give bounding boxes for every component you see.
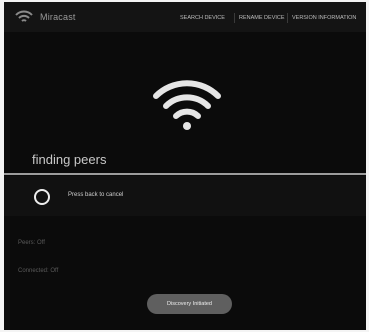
cancel-hint: Press back to cancel (68, 192, 124, 198)
wifi-icon (153, 80, 221, 130)
version-information-button[interactable]: VERSION INFORMATION (292, 15, 356, 21)
search-device-button[interactable]: SEARCH DEVICE (180, 15, 225, 21)
menu-divider (234, 13, 235, 23)
menu-divider (287, 13, 288, 23)
connection-status: Connected: Off (18, 268, 59, 274)
peer-status: Peers: Off (18, 240, 45, 246)
dialog-divider (4, 173, 366, 175)
wifi-icon (15, 10, 33, 22)
action-bar: Miracast SEARCH DEVICE RENAME DEVICE VER… (4, 2, 366, 32)
dialog-title: finding peers (32, 152, 107, 167)
app-title: Miracast (40, 12, 76, 22)
discovery-toast: Discovery Initiated (147, 294, 232, 314)
miracast-screen: Miracast SEARCH DEVICE RENAME DEVICE VER… (4, 2, 366, 330)
rename-device-button[interactable]: RENAME DEVICE (239, 15, 285, 21)
progress-row (4, 176, 366, 216)
progress-spinner-icon (34, 189, 50, 205)
